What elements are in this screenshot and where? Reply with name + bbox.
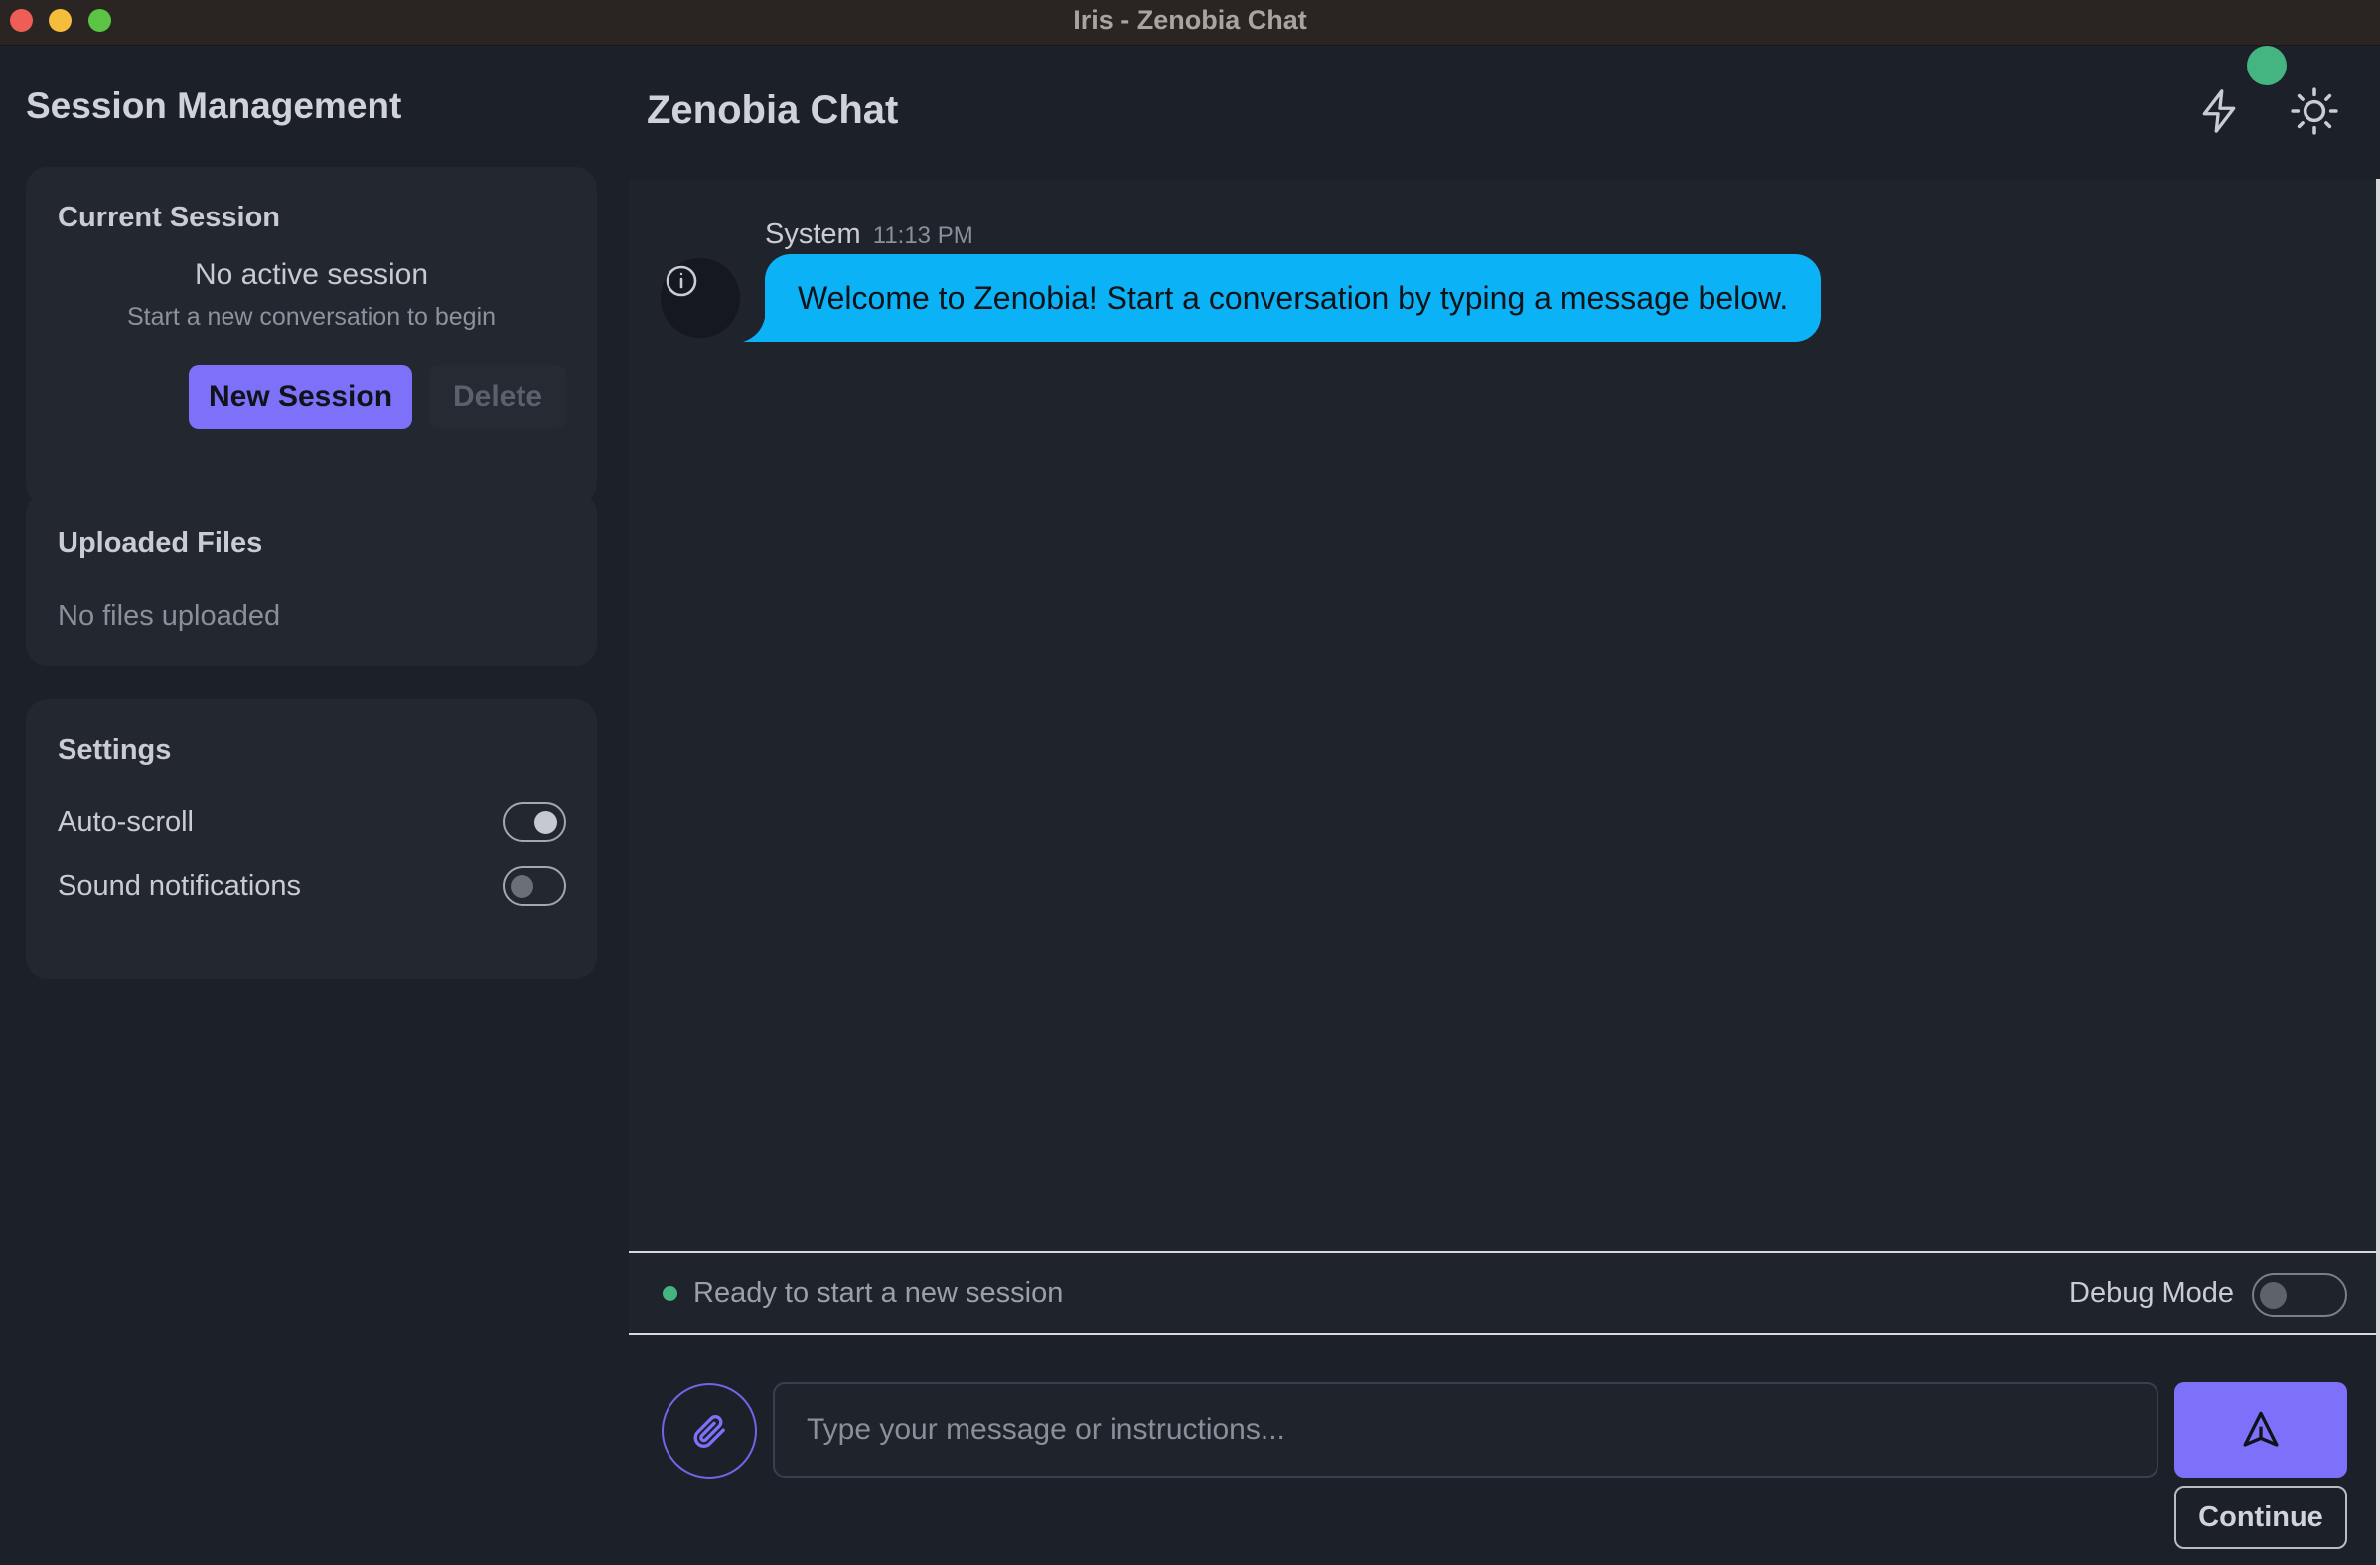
quick-action-button[interactable]: [2191, 83, 2247, 139]
page-title: Zenobia Chat: [647, 88, 899, 132]
session-status: No active session: [194, 258, 429, 291]
toggle-knob: [534, 811, 557, 834]
composer: Continue: [629, 1335, 2380, 1565]
send-icon: [2243, 1411, 2279, 1447]
sound-notifications-toggle[interactable]: [503, 866, 566, 906]
sidebar-title: Session Management: [26, 85, 402, 126]
auto-scroll-label: Auto-scroll: [58, 806, 194, 838]
auto-scroll-toggle[interactable]: [503, 802, 566, 842]
current-session-title: Current Session: [58, 202, 280, 233]
message-bubble: Welcome to Zenobia! Start a conversation…: [765, 254, 1822, 342]
send-button[interactable]: [2174, 1382, 2347, 1478]
toggle-knob: [511, 875, 533, 898]
chat-header: Zenobia Chat: [629, 46, 2380, 179]
delete-session-button[interactable]: Delete: [429, 365, 566, 429]
paperclip-icon: [693, 1415, 725, 1448]
lightning-icon: [2202, 89, 2236, 133]
window-title: Iris - Zenobia Chat: [1073, 5, 1307, 35]
window-border: [2376, 179, 2380, 1565]
continue-button[interactable]: Continue: [2174, 1486, 2347, 1549]
message-sender: System: [765, 218, 861, 250]
attach-file-button[interactable]: [662, 1383, 757, 1479]
theme-toggle-button[interactable]: [2287, 83, 2342, 139]
toggle-knob: [2260, 1282, 2287, 1309]
no-files-text: No files uploaded: [58, 600, 281, 632]
debug-mode-toggle[interactable]: [2252, 1273, 2347, 1317]
session-hint: Start a new conversation to begin: [126, 303, 497, 331]
system-avatar: [661, 258, 740, 338]
uploaded-files-title: Uploaded Files: [58, 527, 263, 559]
sound-notifications-label: Sound notifications: [58, 870, 302, 902]
connection-status-indicator: [2247, 46, 2287, 85]
message-time: 11:13 PM: [872, 222, 973, 249]
settings-title: Settings: [58, 734, 172, 766]
info-icon: [666, 265, 697, 297]
debug-mode-label: Debug Mode: [2069, 1277, 2235, 1309]
message-input[interactable]: [773, 1382, 2158, 1478]
sun-icon: [2291, 87, 2338, 135]
uploaded-files-card: [26, 493, 597, 666]
status-text: Ready to start a new session: [693, 1277, 1064, 1309]
message-meta: System 11:13 PM: [765, 218, 973, 251]
status-indicator: [663, 1286, 677, 1301]
new-session-button[interactable]: New Session: [189, 365, 412, 429]
chat-messages: System 11:13 PM Welcome to Zenobia! Star…: [629, 179, 2380, 1251]
status-bar: Ready to start a new session Debug Mode: [629, 1251, 2380, 1335]
title-bar: Iris - Zenobia Chat: [0, 0, 2380, 46]
